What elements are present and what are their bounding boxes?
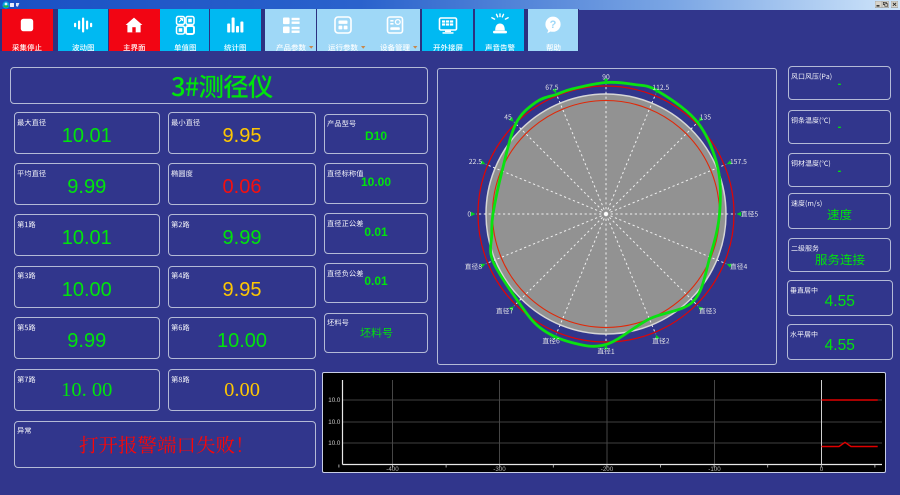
- svg-text:?: ?: [550, 19, 557, 31]
- svg-text:-200: -200: [601, 465, 614, 472]
- svg-text:-300: -300: [493, 465, 506, 472]
- svg-text:10.0: 10.0: [328, 397, 341, 404]
- svg-text:-100: -100: [708, 465, 721, 472]
- svg-text:-400: -400: [386, 465, 399, 472]
- svg-text:0: 0: [820, 465, 824, 472]
- svg-text:10.0: 10.0: [328, 419, 341, 426]
- svg-text:10.0: 10.0: [328, 440, 341, 447]
